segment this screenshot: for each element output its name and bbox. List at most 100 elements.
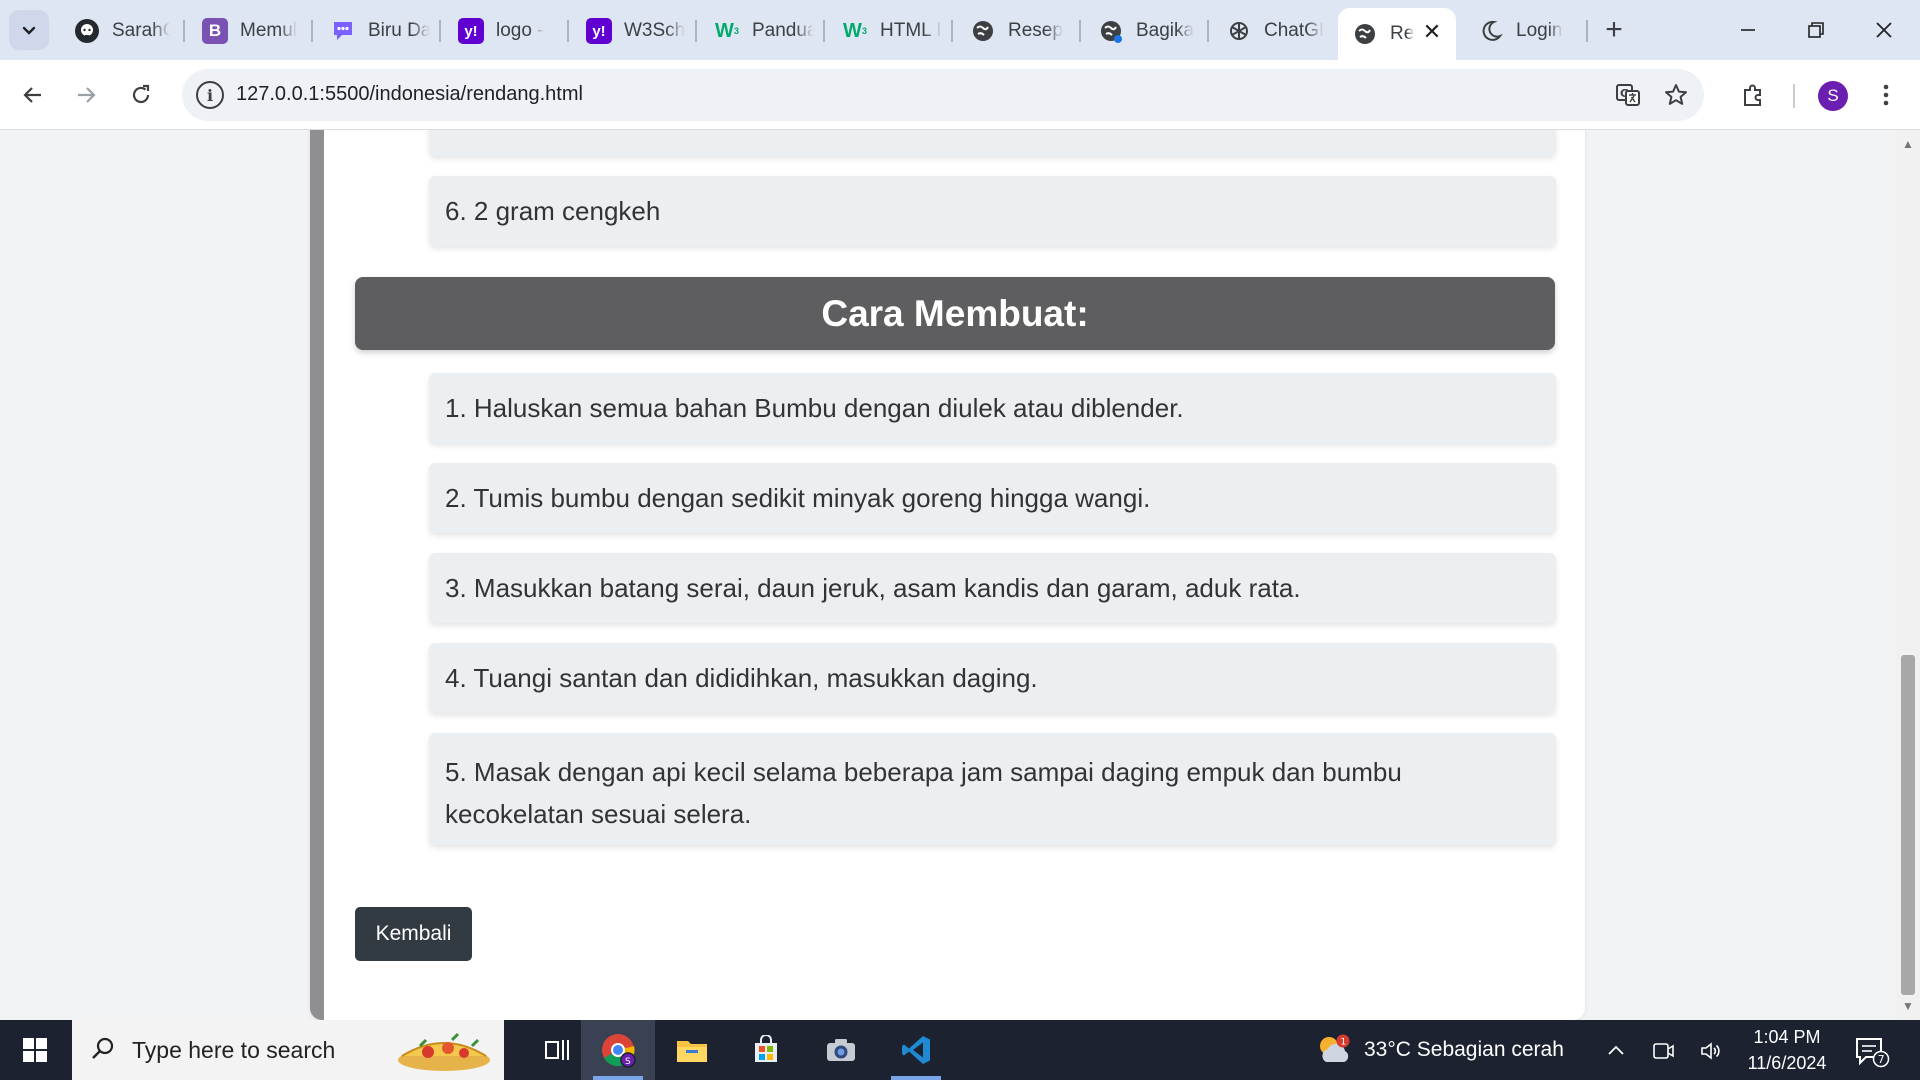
tab-rendang-active[interactable]: Re ✕: [1338, 8, 1456, 60]
weather-alert-badge: 1: [1341, 1038, 1347, 1048]
globe-icon: [1098, 18, 1124, 44]
site-info-icon[interactable]: i: [196, 81, 224, 109]
tab-title: Login: [1516, 20, 1563, 41]
chrome-icon: S: [602, 1034, 636, 1068]
tab-logo[interactable]: y! logo -: [444, 8, 558, 54]
tab-title: logo -: [496, 20, 544, 41]
weather-text[interactable]: 33°C Sebagian cerah: [1364, 1038, 1564, 1062]
globe-icon: [970, 18, 996, 44]
search-icon: [90, 1036, 116, 1069]
step-item: 5. Masak dengan api kecil selama beberap…: [429, 733, 1556, 845]
task-view-icon: [545, 1040, 569, 1060]
restore-icon: [1808, 22, 1824, 38]
bookmark-star-icon[interactable]: [1662, 81, 1690, 109]
open-app-indicator: [891, 1076, 941, 1080]
tab-separator: [1586, 20, 1588, 42]
tab-separator: [951, 20, 953, 42]
puzzle-icon: [1744, 84, 1761, 106]
tab-panduan[interactable]: W 3 Pandua: [700, 8, 814, 54]
tab-github[interactable]: SarahC: [60, 8, 170, 54]
kebab-menu-icon: [1883, 84, 1889, 106]
windows-taskbar: Type here to search S 1 33°C Sebagian ce…: [0, 1020, 1920, 1080]
search-placeholder: Type here to search: [132, 1037, 336, 1063]
tab-w3schools[interactable]: y! W3Sch: [572, 8, 686, 54]
store-icon: [755, 1035, 777, 1062]
chevron-down-icon: [22, 26, 36, 35]
menu-button[interactable]: [1866, 75, 1906, 115]
translate-icon[interactable]: G: [1614, 81, 1642, 109]
extensions-button[interactable]: [1733, 75, 1773, 115]
tab-title: Pandua: [752, 20, 814, 41]
close-window-button[interactable]: [1850, 0, 1918, 60]
forward-button[interactable]: [66, 75, 106, 115]
tab-separator: [695, 20, 697, 42]
camera-taskbar-app[interactable]: [804, 1020, 878, 1080]
notification-center-icon[interactable]: 7: [1854, 1036, 1890, 1068]
arrow-right-icon: [78, 87, 96, 103]
page-viewport: 6. 2 gram cengkeh Cara Membuat: 1. Halus…: [0, 130, 1896, 1020]
close-tab-icon[interactable]: ✕: [1420, 19, 1444, 44]
page-scrollbar[interactable]: ▲ ▼: [1896, 130, 1920, 1020]
tab-title: Bagika: [1136, 20, 1195, 41]
volume-icon[interactable]: [1696, 1036, 1726, 1066]
step-item: 4. Tuangi santan dan dididihkan, masukka…: [429, 643, 1556, 713]
reload-icon: [132, 84, 150, 104]
notification-count: 7: [1878, 1053, 1885, 1066]
yahoo-icon: y!: [586, 18, 612, 44]
reload-button[interactable]: [121, 75, 161, 115]
moon-icon: [1478, 18, 1504, 44]
start-button[interactable]: [0, 1020, 70, 1080]
microsoft-store-taskbar-app[interactable]: [729, 1020, 803, 1080]
chevron-up-icon[interactable]: [1601, 1036, 1631, 1066]
tab-separator: [1207, 20, 1209, 42]
tab-search-button[interactable]: [9, 10, 49, 50]
meet-now-icon[interactable]: [1648, 1036, 1678, 1066]
search-highlight-food-icon: [398, 1032, 490, 1071]
active-app-indicator: [593, 1076, 643, 1080]
scrollbar-thumb[interactable]: [1901, 655, 1915, 995]
tab-chatgpt[interactable]: ChatGI: [1212, 8, 1326, 54]
profile-avatar[interactable]: S: [1818, 81, 1848, 111]
ingredient-item-partial: [429, 130, 1556, 156]
tab-login[interactable]: Login: [1464, 8, 1582, 54]
step-item: 2. Tumis bumbu dengan sedikit minyak gor…: [429, 463, 1556, 533]
chrome-taskbar-app[interactable]: S: [581, 1020, 655, 1080]
restore-button[interactable]: [1782, 0, 1850, 60]
tab-bootstrap[interactable]: B Memul: [188, 8, 298, 54]
minimize-icon: [1741, 29, 1755, 31]
tab-separator: [311, 20, 313, 42]
weather-partly-sunny-icon[interactable]: 1: [1316, 1034, 1352, 1066]
taskbar-search-box[interactable]: Type here to search: [72, 1020, 504, 1080]
file-explorer-taskbar-app[interactable]: [655, 1020, 729, 1080]
step-item: 3. Masukkan batang serai, daun jeruk, as…: [429, 553, 1556, 623]
address-bar[interactable]: i 127.0.0.1:5500/indonesia/rendang.html …: [182, 69, 1704, 121]
back-link-button[interactable]: Kembali: [355, 907, 472, 961]
toolbar-divider: [1793, 84, 1795, 108]
tab-title: Re: [1390, 23, 1415, 44]
url-text[interactable]: 127.0.0.1:5500/indonesia/rendang.html: [236, 83, 583, 106]
tab-biru[interactable]: Biru Da: [316, 8, 430, 54]
scroll-up-arrow-icon[interactable]: ▲: [1896, 134, 1920, 154]
bootstrap-icon: B: [202, 18, 228, 44]
browser-toolbar: i 127.0.0.1:5500/indonesia/rendang.html …: [0, 60, 1920, 130]
minimize-button[interactable]: [1714, 0, 1782, 60]
folder-icon: [677, 1041, 707, 1062]
back-button[interactable]: [13, 75, 53, 115]
new-tab-button[interactable]: +: [1596, 12, 1632, 48]
tab-separator: [567, 20, 569, 42]
w3schools-icon: W3: [843, 19, 867, 42]
tab-title: Resep: [1008, 20, 1063, 41]
windows-logo-icon: [23, 1038, 47, 1062]
scroll-down-arrow-icon[interactable]: ▼: [1896, 996, 1920, 1016]
vscode-icon: [902, 1036, 930, 1064]
tab-resep[interactable]: Resep: [956, 8, 1070, 54]
tab-html[interactable]: W 3 HTML I: [828, 8, 942, 54]
arrow-left-icon: [23, 87, 41, 103]
tab-bagikan[interactable]: Bagika: [1084, 8, 1198, 54]
vscode-taskbar-app[interactable]: [879, 1020, 953, 1080]
system-clock[interactable]: 1:04 PM 11/6/2024: [1742, 1024, 1832, 1076]
tab-separator: [183, 20, 185, 42]
tab-separator: [439, 20, 441, 42]
tab-separator: [823, 20, 825, 42]
tab-title: ChatGI: [1264, 20, 1325, 41]
